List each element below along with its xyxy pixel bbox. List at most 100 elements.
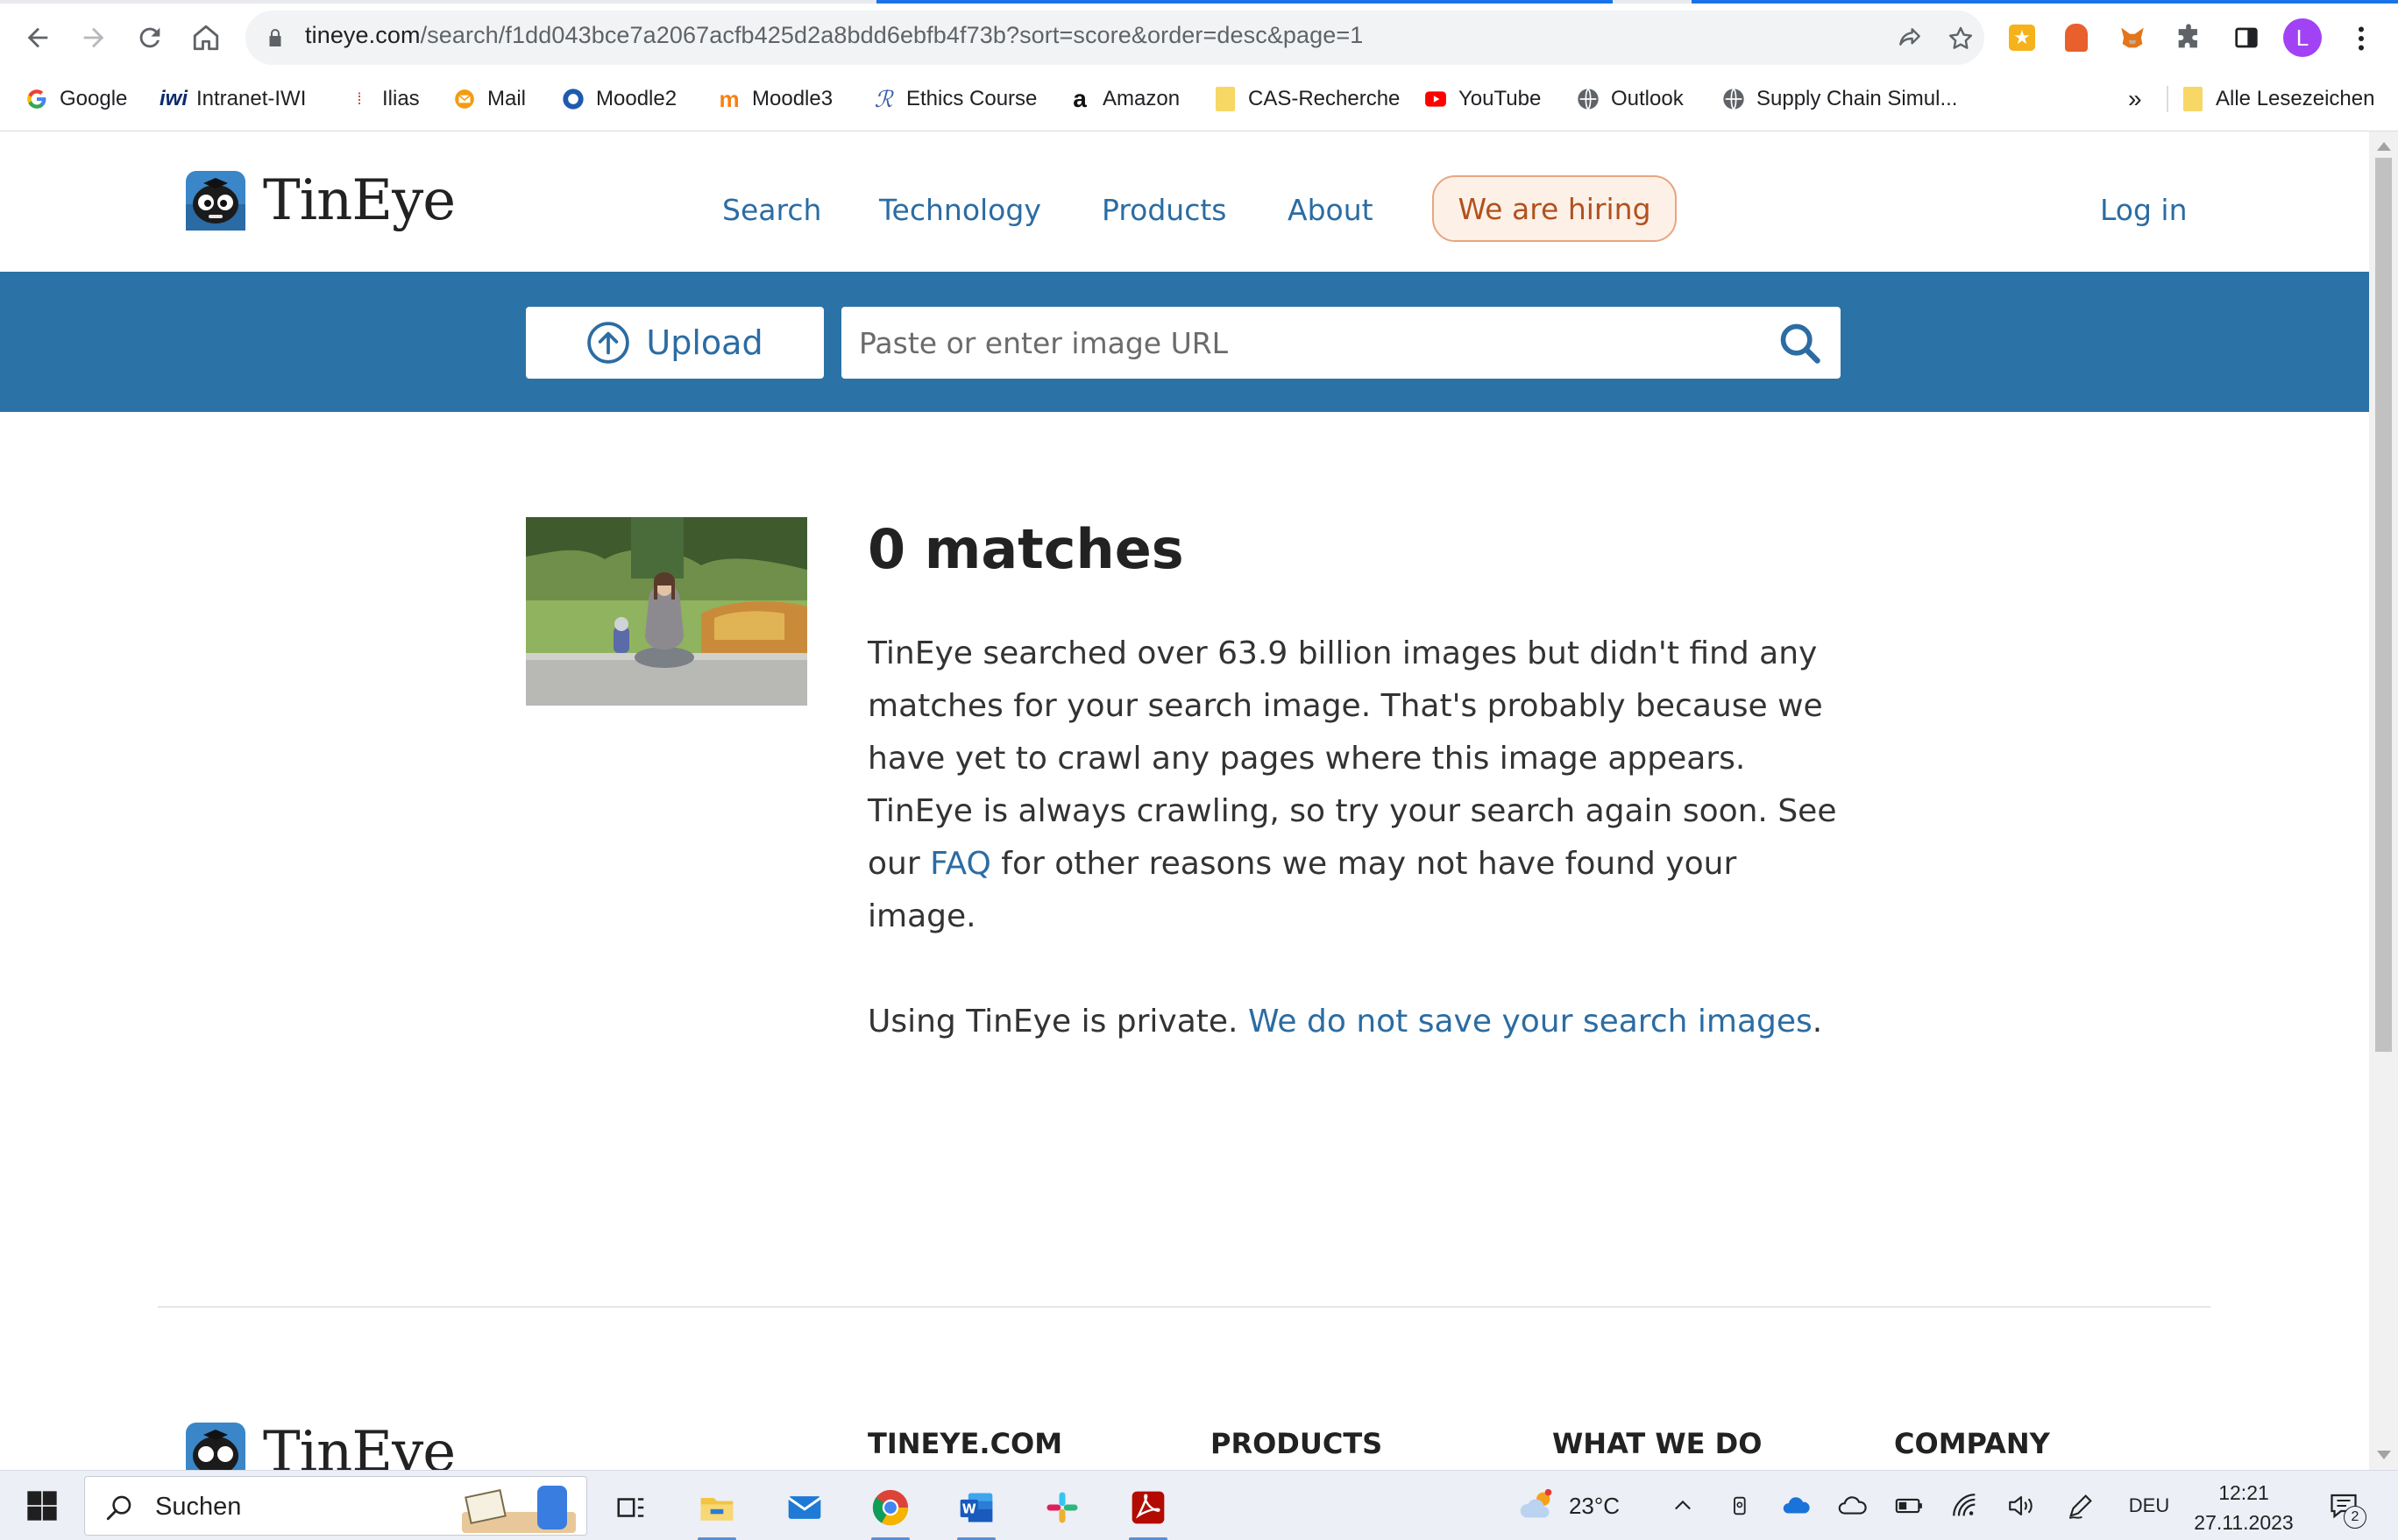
tineye-logo[interactable]: TinEye (184, 168, 456, 233)
search-icon (106, 1495, 131, 1521)
cloud-outline-icon (1838, 1496, 1867, 1515)
extension-star-icon[interactable]: ★ (2002, 18, 2042, 58)
nav-search[interactable]: Search (722, 193, 821, 227)
loading-strip (0, 0, 2398, 4)
search-icon[interactable] (1777, 321, 1823, 366)
taskbar-search-box[interactable]: Suchen (84, 1476, 587, 1536)
bookmark-label: Ethics Course (906, 87, 1038, 110)
wifi-icon (1953, 1494, 1976, 1516)
no-match-explanation: TinEye searched over 63.9 billion images… (868, 628, 1849, 943)
address-bar[interactable]: tineye.com/search/f1dd043bce7a2067acfb42… (245, 11, 1984, 65)
bookmark-ilias[interactable]: ⁞ Ilias (347, 75, 419, 123)
tray-overflow-button[interactable] (1665, 1471, 1700, 1540)
nav-technology[interactable]: Technology (879, 193, 1041, 227)
slack-icon (1046, 1492, 1078, 1523)
bookmark-intranet-iwi[interactable]: iwi Intranet-IWI (160, 75, 306, 123)
taskbar-acrobat[interactable] (1120, 1480, 1176, 1540)
taskbar-file-explorer[interactable] (689, 1480, 745, 1540)
weather-cloud-icon (1520, 1488, 1552, 1518)
upload-button[interactable]: Upload (526, 307, 824, 379)
bookmark-mail[interactable]: Mail (452, 75, 526, 123)
scrollbar-thumb[interactable] (2375, 158, 2392, 1052)
moodle3-icon: m (719, 85, 740, 112)
tray-pen[interactable] (2061, 1471, 2100, 1540)
tray-volume[interactable] (2002, 1471, 2040, 1540)
bookmarks-divider (2167, 86, 2168, 112)
bookmark-youtube[interactable]: YouTube (1423, 75, 1541, 123)
svg-text:W: W (962, 1501, 976, 1516)
bookmark-google[interactable]: Google (25, 75, 127, 123)
we-are-hiring-button[interactable]: We are hiring (1432, 175, 1677, 242)
taskbar-chrome[interactable] (862, 1480, 919, 1540)
iwi-icon: iwi (160, 87, 188, 110)
ilias-icon: ⁞ (357, 90, 362, 108)
weather-widget[interactable]: 23°C (1508, 1471, 1630, 1540)
extension-character-icon[interactable] (2056, 18, 2096, 58)
back-button[interactable] (14, 14, 61, 61)
profile-avatar[interactable]: L (2283, 18, 2322, 57)
bookmarks-overflow-button[interactable]: » (2128, 75, 2142, 123)
forward-button[interactable] (70, 14, 117, 61)
bookmark-label: Google (60, 87, 128, 110)
bookmark-ethics-course[interactable]: ℛ Ethics Course (871, 75, 1038, 123)
footer-heading-what-we-do: WHAT WE DO (1552, 1427, 1763, 1460)
footer-divider (158, 1306, 2210, 1308)
tray-wifi[interactable] (1946, 1471, 1984, 1540)
ethics-icon: ℛ (874, 85, 893, 112)
taskbar-mail[interactable] (777, 1480, 833, 1536)
privacy-link[interactable]: We do not save your search images (1248, 1004, 1813, 1040)
login-link[interactable]: Log in (2100, 193, 2188, 227)
bookmark-moodle2[interactable]: Moodle2 (561, 75, 677, 123)
speaker-icon (2009, 1496, 2033, 1515)
bookmark-label: Moodle2 (596, 87, 678, 110)
footer-heading-company: COMPANY (1894, 1427, 2050, 1460)
reload-icon (139, 27, 160, 48)
tray-battery[interactable] (1890, 1471, 1928, 1540)
image-url-input[interactable] (859, 307, 1735, 379)
youtube-icon (1423, 87, 1448, 111)
page-scrollbar[interactable] (2369, 131, 2398, 1470)
folder-icon (700, 1498, 734, 1521)
taskbar-slack[interactable] (1034, 1480, 1090, 1536)
browser-menu-button[interactable] (2345, 21, 2377, 56)
notification-count-badge: 2 (2344, 1506, 2366, 1529)
bookmark-star-button[interactable] (1944, 22, 1977, 55)
nav-about[interactable]: About (1288, 193, 1373, 227)
search-image-thumbnail[interactable] (526, 517, 807, 706)
side-panel-icon[interactable] (2226, 18, 2267, 58)
bookmark-moodle3[interactable]: m Moodle3 (717, 75, 833, 123)
reload-button[interactable] (126, 14, 174, 61)
google-icon (25, 87, 49, 111)
taskbar-word[interactable]: W (948, 1480, 1004, 1540)
share-button[interactable] (1893, 22, 1926, 55)
tray-onedrive-personal[interactable] (1834, 1471, 1872, 1540)
footer-logo[interactable]: TinEye (184, 1420, 456, 1470)
windows-start-icon[interactable] (25, 1488, 60, 1523)
bookmark-cas-recherche[interactable]: CAS-Recherche (1213, 75, 1400, 123)
nav-products[interactable]: Products (1102, 193, 1227, 227)
site-header: TinEye Search Technology Products About … (0, 131, 2369, 272)
scroll-down-arrow-icon[interactable] (2377, 1451, 2391, 1459)
bookmark-outlook[interactable]: Outlook (1576, 75, 1684, 123)
task-view-icon (617, 1498, 644, 1517)
notification-center-button[interactable]: 2 (2319, 1471, 2368, 1540)
metamask-fox-icon[interactable] (2112, 18, 2153, 58)
screen: tineye.com/search/f1dd043bce7a2067acfb42… (0, 0, 2398, 1540)
bookmark-supply-chain[interactable]: Supply Chain Simul... (1721, 75, 1957, 123)
search-image-photo (526, 517, 807, 706)
tray-onedrive-button[interactable] (1777, 1471, 1816, 1540)
scroll-up-arrow-icon[interactable] (2377, 142, 2391, 151)
moodle2-icon (561, 87, 585, 111)
home-button[interactable] (182, 14, 230, 61)
bookmark-amazon[interactable]: a Amazon (1068, 75, 1180, 123)
word-icon: W (960, 1493, 993, 1522)
arrow-left-icon (27, 27, 48, 48)
task-view-button[interactable] (603, 1480, 659, 1536)
input-language[interactable]: DEU (2121, 1471, 2177, 1540)
extensions-puzzle-icon[interactable] (2168, 18, 2209, 58)
all-bookmarks-button[interactable]: Alle Lesezeichen (2181, 75, 2374, 123)
tray-meet-button[interactable] (1723, 1471, 1758, 1540)
faq-link[interactable]: FAQ (930, 846, 991, 882)
url-text[interactable]: tineye.com/search/f1dd043bce7a2067acfb42… (305, 22, 1363, 49)
system-clock[interactable]: 12:21 27.11.2023 (2182, 1478, 2305, 1537)
